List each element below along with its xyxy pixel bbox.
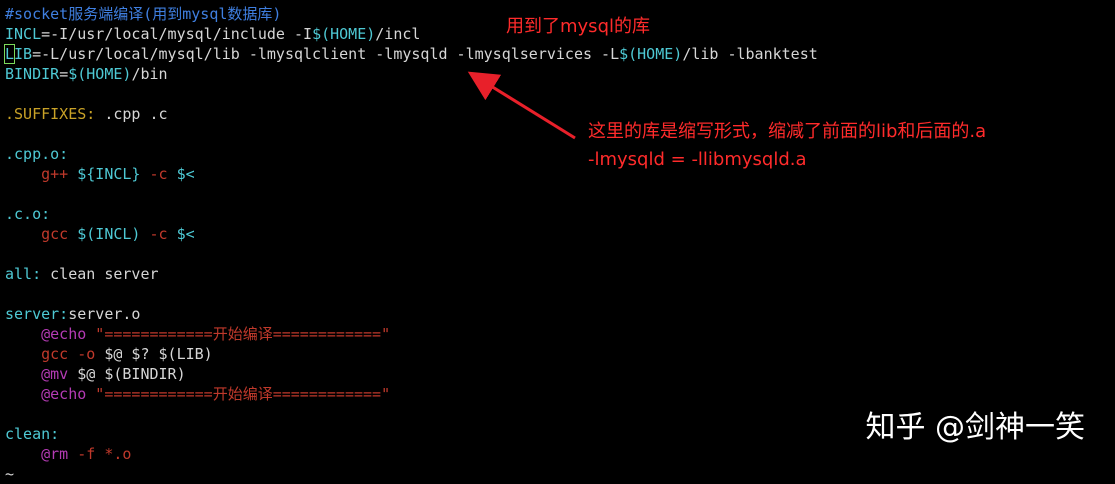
watermark: 知乎 @剑神一笑: [865, 410, 1085, 445]
